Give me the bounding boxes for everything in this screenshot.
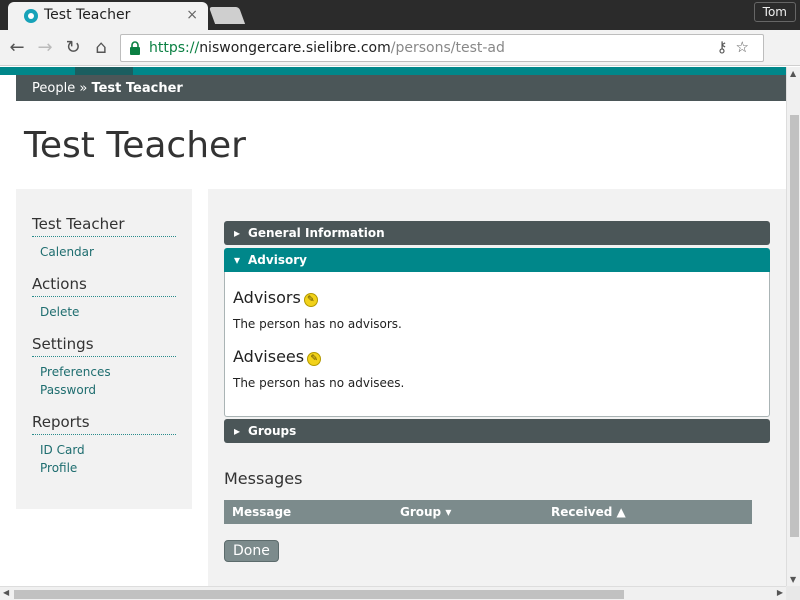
horizontal-scrollbar[interactable]: ◀ ▶	[0, 586, 786, 600]
messages-table-header: Message Group ▾ Received ▲	[224, 500, 752, 524]
vertical-scrollbar[interactable]: ▲ ▼	[786, 67, 800, 586]
scrollbar-corner	[786, 586, 800, 600]
sidebar: Test Teacher Calendar Actions Delete Set…	[16, 189, 192, 509]
vertical-scroll-thumb[interactable]	[790, 115, 799, 537]
advisees-label: Advisees	[233, 347, 305, 366]
tab-title: Test Teacher	[44, 7, 131, 23]
breadcrumb: People » Test Teacher	[16, 75, 786, 101]
page-title: Test Teacher	[24, 125, 246, 166]
sidebar-heading: Test Teacher	[32, 215, 176, 237]
advisors-label: Advisors	[233, 288, 301, 307]
sidebar-heading: Reports	[32, 413, 176, 435]
home-icon[interactable]: ⌂	[90, 37, 112, 59]
advisees-heading: Advisees ✎	[233, 347, 761, 366]
edit-advisors-icon[interactable]: ✎	[303, 293, 318, 307]
url-scheme: https://	[149, 40, 200, 56]
sidebar-heading: Actions	[32, 275, 176, 297]
url-path: /persons/test-ad	[390, 40, 505, 56]
accordion-general-information[interactable]: ▸ General Information	[224, 221, 770, 245]
scroll-right-icon[interactable]: ▶	[777, 588, 783, 597]
lock-icon	[130, 41, 140, 55]
messages-table: Message Group ▾ Received ▲	[224, 500, 752, 524]
omnibox-icons: ⚷☆	[717, 38, 757, 56]
key-icon[interactable]: ⚷	[717, 38, 736, 56]
breadcrumb-root[interactable]: People	[32, 81, 75, 96]
main-content: ▸ General Information ▾ Advisory Advisors ✎…	[208, 189, 786, 586]
breadcrumb-separator: »	[79, 81, 88, 96]
profile-button[interactable]: Tom	[753, 2, 796, 22]
sidebar-section-actions: Actions Delete	[32, 275, 176, 321]
active-nav-indicator	[75, 67, 133, 75]
browser-tab[interactable]: Test Teacher ×	[8, 2, 208, 30]
accordion-label: Groups	[248, 424, 297, 438]
url-text: https://niswongercare.sielibre.com/perso…	[149, 40, 505, 56]
accordion-advisory[interactable]: ▾ Advisory	[224, 248, 770, 272]
column-header-received[interactable]: Received ▲	[543, 500, 752, 524]
done-button[interactable]: Done	[224, 540, 279, 562]
tab-close-icon[interactable]: ×	[186, 7, 198, 23]
sidebar-heading: Settings	[32, 335, 176, 357]
column-header-message[interactable]: Message	[224, 500, 392, 524]
forward-icon[interactable]: →	[34, 37, 56, 59]
accordion-label: General Information	[248, 226, 385, 240]
star-icon[interactable]: ☆	[736, 38, 757, 56]
reload-icon[interactable]: ↻	[62, 37, 84, 59]
scroll-up-icon[interactable]: ▲	[790, 69, 796, 78]
accordion-groups[interactable]: ▸ Groups	[224, 419, 770, 443]
sidebar-link-id-card[interactable]: ID Card	[32, 441, 176, 459]
url-host: niswongercare.sielibre.com	[199, 40, 391, 56]
caret-right-icon: ▸	[234, 226, 241, 240]
address-bar[interactable]: https://niswongercare.sielibre.com/perso…	[120, 34, 764, 62]
sidebar-section-person: Test Teacher Calendar	[32, 215, 176, 261]
scroll-down-icon[interactable]: ▼	[790, 575, 796, 584]
sidebar-link-calendar[interactable]: Calendar	[32, 243, 176, 261]
browser-tabbar: Test Teacher × Tom	[0, 0, 800, 30]
column-header-group[interactable]: Group ▾	[392, 500, 543, 524]
top-nav-bar	[0, 67, 786, 75]
advisees-empty-text: The person has no advisees.	[233, 376, 405, 390]
messages-title: Messages	[224, 469, 303, 488]
sidebar-section-settings: Settings Preferences Password	[32, 335, 176, 399]
browser-toolbar: ← → ↻ ⌂ https://niswongercare.sielibre.c…	[0, 30, 800, 66]
sidebar-section-reports: Reports ID Card Profile	[32, 413, 176, 477]
edit-advisees-icon[interactable]: ✎	[307, 352, 322, 366]
advisory-panel: Advisors ✎ The person has no advisors. Ad…	[224, 272, 770, 417]
sidebar-link-preferences[interactable]: Preferences	[32, 363, 176, 381]
horizontal-scroll-thumb[interactable]	[14, 590, 624, 599]
site-favicon-icon	[24, 9, 38, 23]
back-icon[interactable]: ←	[6, 37, 28, 59]
sidebar-link-profile[interactable]: Profile	[32, 459, 176, 477]
caret-right-icon: ▸	[234, 424, 241, 438]
advisors-heading: Advisors ✎	[233, 288, 761, 307]
scroll-left-icon[interactable]: ◀	[3, 588, 9, 597]
accordion-label: Advisory	[248, 253, 307, 267]
new-tab-button[interactable]	[208, 7, 246, 24]
sidebar-link-delete[interactable]: Delete	[32, 303, 176, 321]
page-viewport: People » Test Teacher Test Teacher Test …	[0, 67, 786, 586]
caret-down-icon: ▾	[234, 253, 241, 267]
breadcrumb-current: Test Teacher	[91, 81, 183, 96]
sidebar-link-password[interactable]: Password	[32, 381, 176, 399]
advisors-empty-text: The person has no advisors.	[233, 317, 402, 331]
